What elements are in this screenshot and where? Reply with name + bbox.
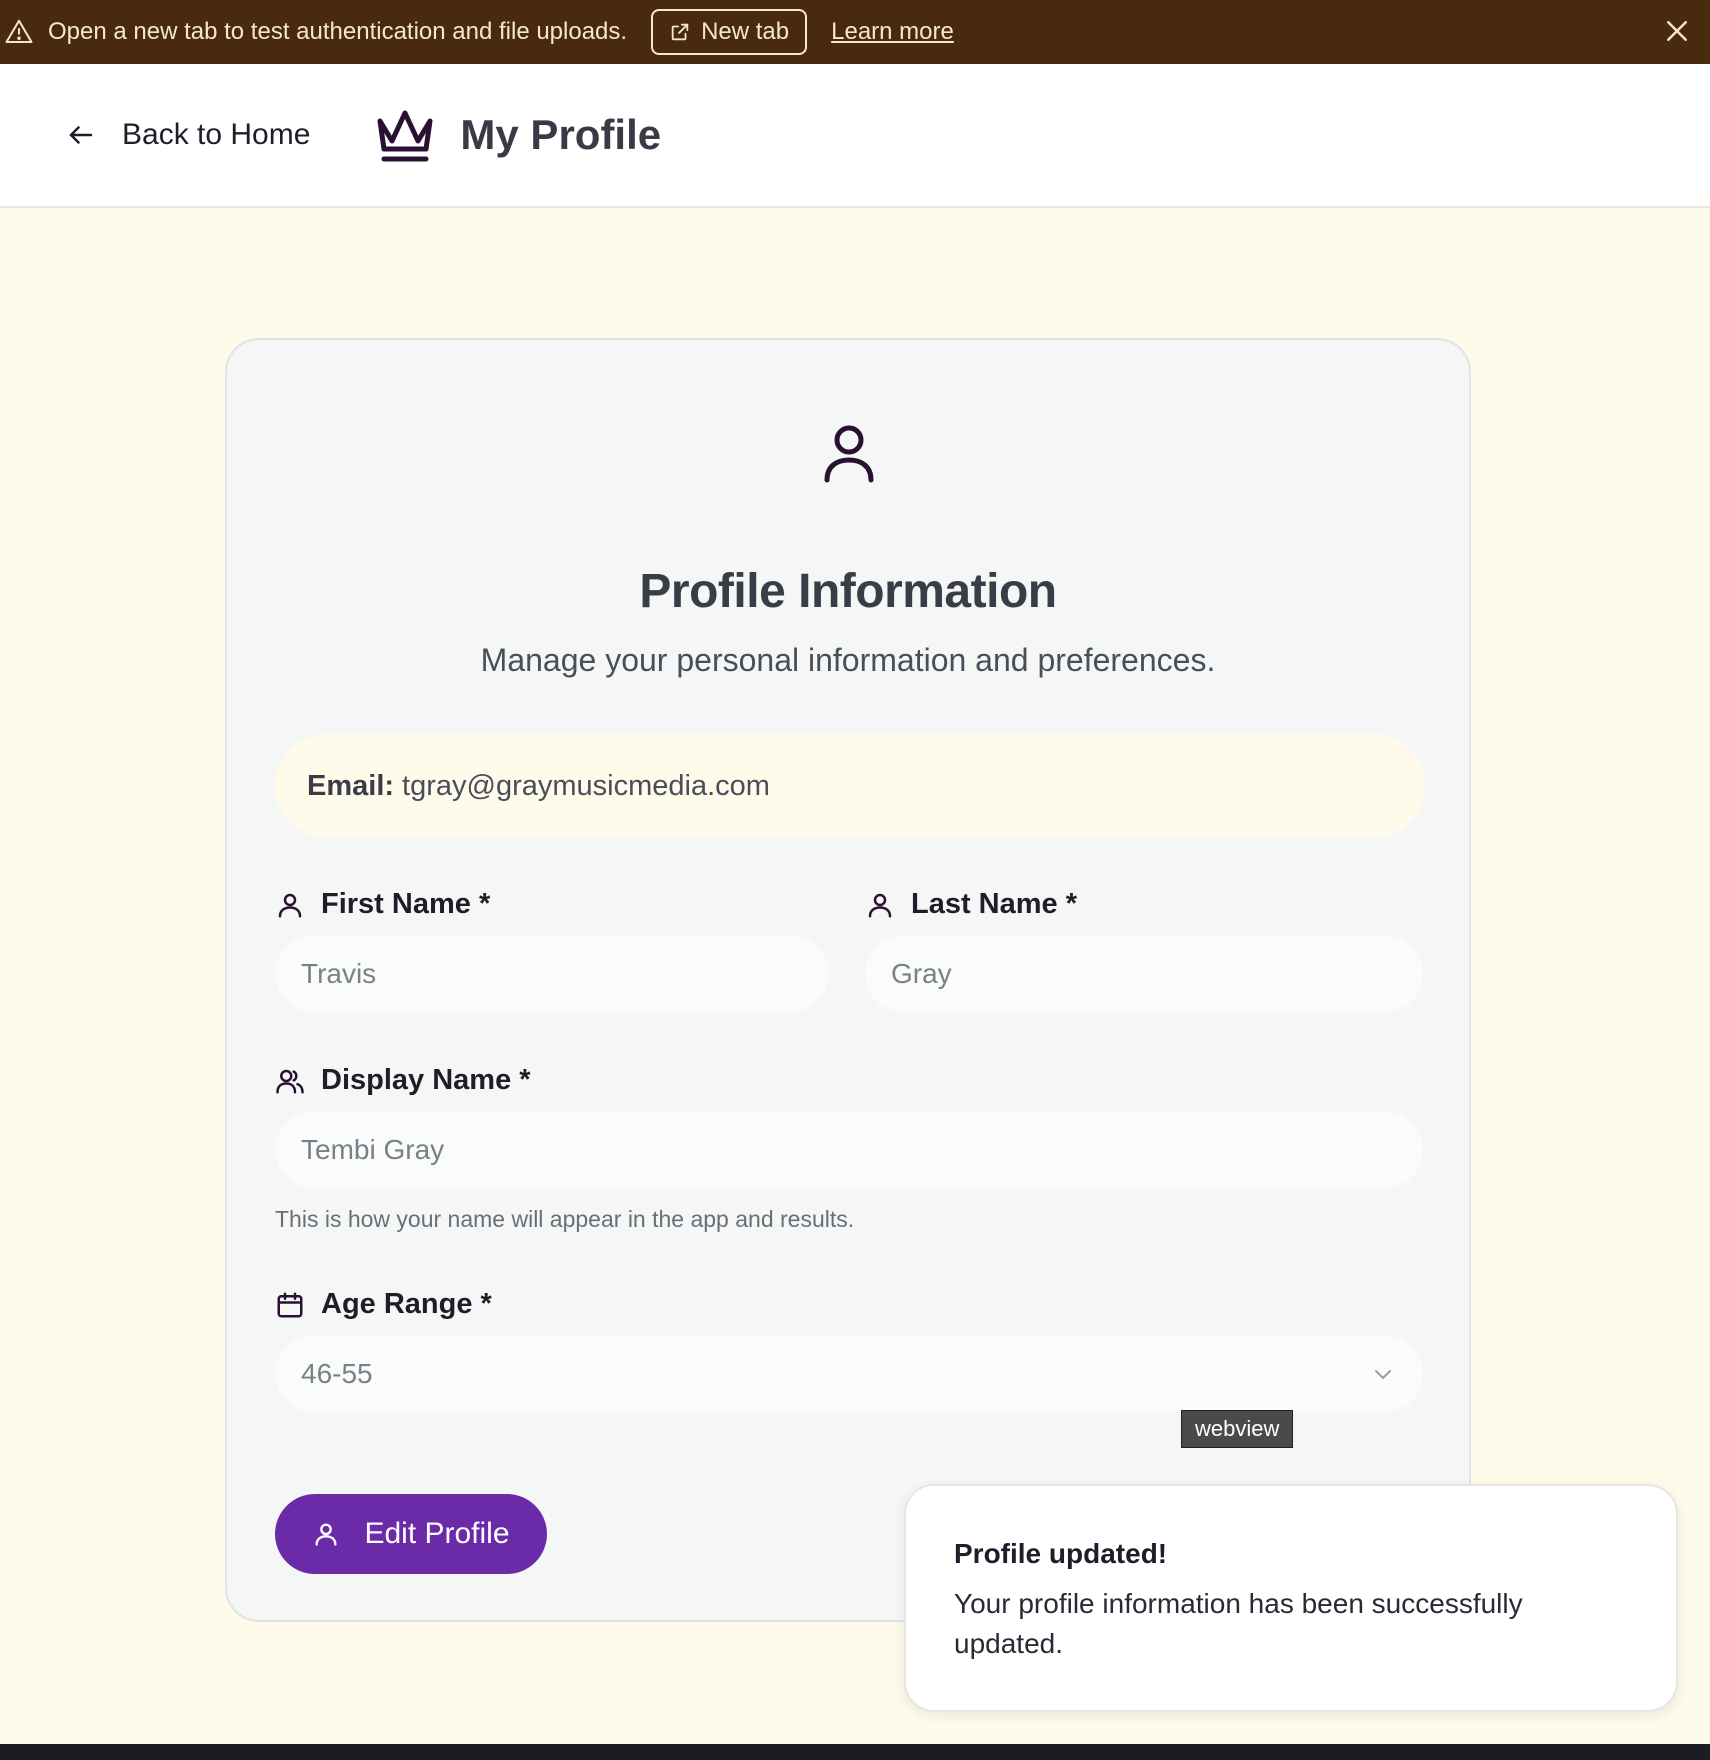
notice-banner: Open a new tab to test authentication an… [0,0,1710,64]
warning-icon [5,19,33,43]
chevron-down-icon [1375,1370,1391,1380]
page-header: Back to Home My Profile [0,64,1710,208]
learn-more-link[interactable]: Learn more [831,18,954,46]
first-name-value: Travis [301,958,377,989]
age-range-label: Age Range * [275,1288,492,1321]
age-range-select[interactable]: 46-55 [275,1336,1423,1412]
close-icon[interactable] [1662,16,1692,46]
user-icon [278,893,302,917]
email-value: tgray@graymusicmedia.com [402,769,770,802]
bottom-bar [0,1744,1710,1760]
user-icon [315,1523,337,1546]
toast-body: Your profile information has been succes… [954,1588,1523,1659]
webview-tooltip: webview [1181,1410,1294,1448]
arrow-left-icon [69,126,93,144]
card-title: Profile Information [639,565,1057,618]
calendar-icon [277,1292,303,1317]
last-name-input[interactable]: Gray [865,936,1423,1012]
new-tab-button[interactable]: New tab [651,9,808,55]
last-name-label-text: Last Name * [911,888,1078,920]
crown-icon [377,110,433,162]
display-name-help: This is how your name will appear in the… [275,1206,855,1232]
last-name-value: Gray [891,958,952,989]
display-name-label: Display Name * [275,1064,531,1097]
display-name-input[interactable]: Tembi Gray [275,1112,1423,1188]
display-name-label-text: Display Name * [321,1064,531,1096]
first-name-label-text: First Name * [321,888,491,920]
banner-message: Open a new tab to test authentication an… [48,18,628,45]
back-label: Back to Home [122,118,311,151]
success-toast: Profile updated! Your profile informatio… [904,1484,1678,1712]
last-name-label: Last Name * [865,888,1077,921]
user-icon [824,425,874,483]
first-name-input[interactable]: Travis [275,936,829,1012]
age-range-value: 46-55 [301,1358,373,1389]
edit-profile-label: Edit Profile [364,1517,510,1550]
display-name-value: Tembi Gray [301,1134,445,1165]
page-title: My Profile [460,111,662,158]
card-subtitle: Manage your personal information and pre… [480,642,1216,678]
first-name-label: First Name * [275,888,490,921]
user-icon [868,893,892,917]
new-tab-label: New tab [701,18,790,45]
toast-title: Profile updated! [954,1538,1168,1569]
users-icon [276,1069,304,1093]
back-to-home-button[interactable]: Back to Home [66,118,310,152]
age-range-label-text: Age Range * [321,1288,492,1320]
email-label: Email: [307,769,395,802]
edit-profile-button[interactable]: Edit Profile [275,1494,547,1574]
external-link-icon [671,23,689,41]
email-display: Email: tgray@graymusicmedia.com [275,734,1425,838]
